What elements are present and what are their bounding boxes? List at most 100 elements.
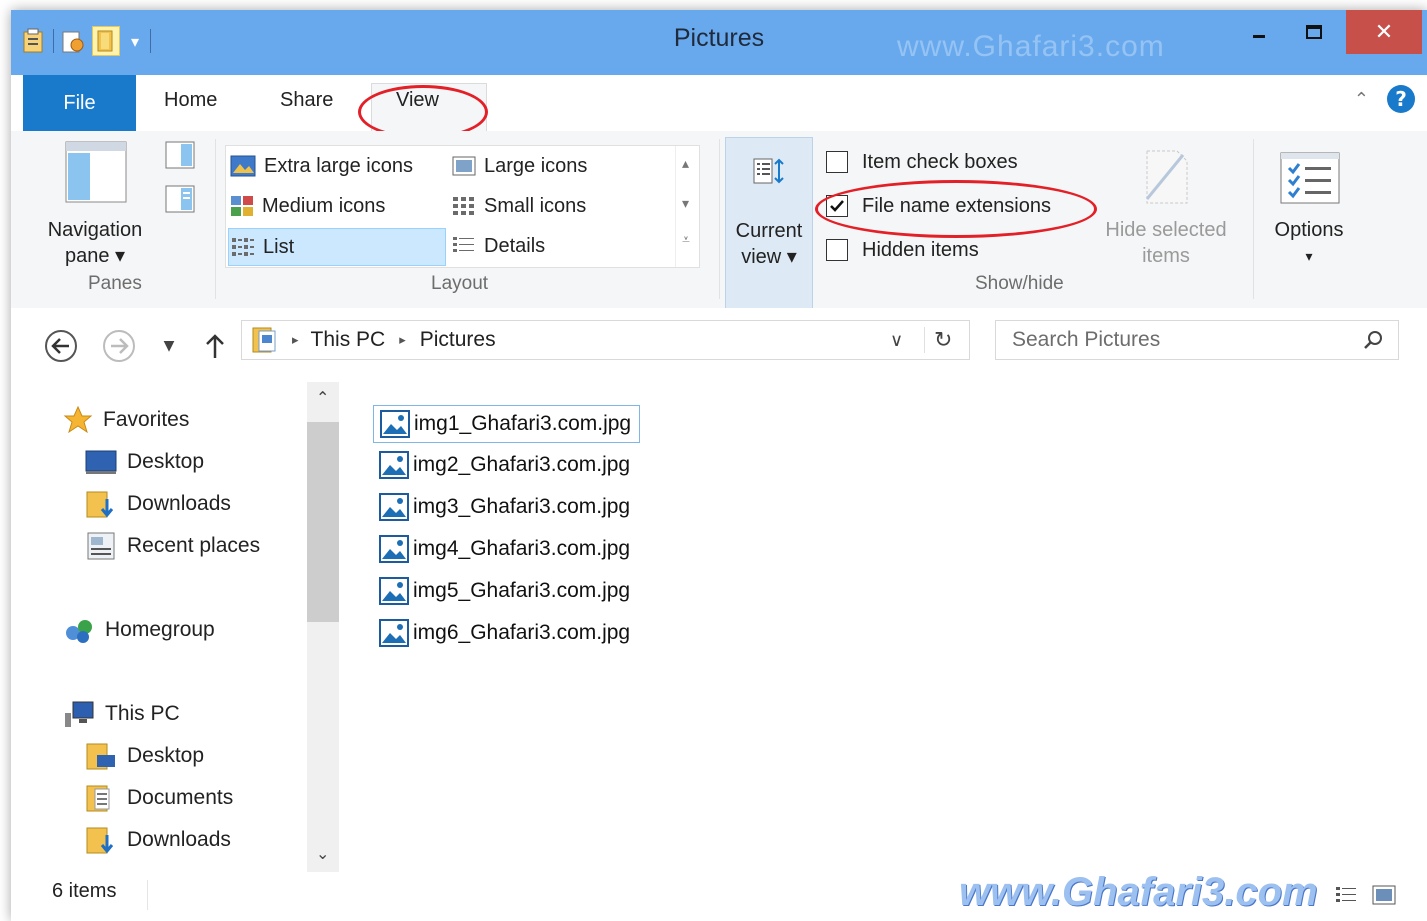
address-row: ▼ ▸ This PC ▸ Pictures ∨ ↻ Search Pictur…: [11, 308, 1427, 380]
image-file-icon: [379, 535, 409, 563]
downloads-folder-icon: [86, 827, 114, 854]
status-separator: [147, 880, 148, 910]
navigation-scrollbar[interactable]: ⌃ ⌄: [307, 382, 339, 872]
hidden-items-option[interactable]: Hidden items: [826, 231, 979, 269]
nav-homegroup[interactable]: Homegroup: [63, 612, 215, 648]
search-icon[interactable]: [1362, 329, 1384, 351]
current-view-label: Current: [735, 220, 803, 242]
file-list: img1_Ghafari3.com.jpg img2_Ghafari3.com.…: [341, 382, 1427, 872]
title-watermark: www.Ghafari3.com: [897, 30, 1165, 63]
options-icon[interactable]: [1279, 151, 1341, 209]
address-bar[interactable]: ▸ This PC ▸ Pictures ∨ ↻: [241, 320, 970, 360]
nav-pc-documents[interactable]: Documents: [85, 780, 233, 816]
navigation-pane-icon[interactable]: [65, 141, 127, 207]
gallery-down-icon[interactable]: ▾: [682, 196, 689, 212]
file-name-extensions-checkbox[interactable]: [826, 195, 848, 217]
pictures-folder-icon: [252, 327, 276, 353]
tab-file[interactable]: File: [23, 75, 136, 131]
layout-extra-large-icons[interactable]: Extra large icons: [230, 148, 413, 184]
search-input[interactable]: Search Pictures: [995, 320, 1399, 360]
options-button[interactable]: Options ▾: [1259, 217, 1359, 269]
documents-folder-icon: [86, 785, 110, 812]
nav-pc-downloads[interactable]: Downloads: [85, 822, 231, 858]
layout-list[interactable]: List: [228, 228, 446, 266]
details-pane-icon[interactable]: [165, 185, 195, 217]
file-name: img5_Ghafari3.com.jpg: [413, 579, 631, 602]
nav-label: Recent places: [127, 534, 261, 557]
large-icons-icon: [452, 156, 476, 176]
file-item[interactable]: img2_Ghafari3.com.jpg: [373, 447, 638, 483]
file-item[interactable]: img3_Ghafari3.com.jpg: [373, 489, 638, 525]
layout-item-label: Large icons: [484, 154, 588, 177]
file-item[interactable]: img1_Ghafari3.com.jpg: [373, 405, 641, 443]
large-icons-view-icon[interactable]: [1371, 882, 1397, 908]
tab-view[interactable]: View: [396, 89, 439, 112]
scroll-up-icon[interactable]: ⌃: [316, 388, 329, 407]
hide-selected-label: Hide selected: [1105, 219, 1227, 241]
breadcrumb-separator-icon[interactable]: ▸: [292, 332, 299, 348]
nav-pc-desktop[interactable]: Desktop: [85, 738, 204, 774]
hide-selected-items-button[interactable]: Hide selected items: [1091, 217, 1241, 269]
forward-button[interactable]: [101, 328, 137, 364]
navigation-pane-label-2: pane ▾: [64, 245, 126, 267]
gallery-expand-icon[interactable]: ⩡: [682, 232, 690, 248]
file-item[interactable]: img5_Ghafari3.com.jpg: [373, 573, 638, 609]
collapse-ribbon-icon[interactable]: ⌃: [1354, 89, 1369, 110]
address-dropdown-icon[interactable]: ∨: [890, 330, 903, 351]
nav-favorites-downloads[interactable]: Downloads: [85, 486, 231, 522]
layout-item-label: List: [263, 235, 295, 258]
nav-label: Desktop: [127, 450, 205, 473]
tab-share[interactable]: Share: [280, 89, 333, 112]
item-count: 6 items: [52, 880, 117, 902]
layout-small-icons[interactable]: Small icons: [452, 188, 586, 224]
recent-places-icon: [87, 532, 115, 560]
item-check-boxes-checkbox[interactable]: [826, 151, 848, 173]
file-item[interactable]: img6_Ghafari3.com.jpg: [373, 615, 638, 651]
nav-label: This PC: [105, 702, 180, 725]
item-check-boxes-option[interactable]: Item check boxes: [826, 143, 1018, 181]
address-separator: [924, 327, 925, 353]
minimize-button[interactable]: [1236, 10, 1282, 54]
ribbon-view: Navigation pane ▾ Panes Extra large icon…: [11, 131, 1427, 309]
breadcrumb-separator-icon[interactable]: ▸: [399, 332, 406, 348]
layout-item-label: Small icons: [484, 194, 587, 217]
preview-pane-icon[interactable]: [165, 141, 195, 173]
nav-favorites-recent-places[interactable]: Recent places: [85, 528, 260, 564]
breadcrumb-this-pc[interactable]: This PC: [311, 328, 386, 352]
nav-favorites-desktop[interactable]: Desktop: [85, 444, 204, 480]
nav-favorites[interactable]: Favorites: [63, 402, 189, 438]
layout-gallery-scroller[interactable]: ▴ ▾ ⩡: [675, 146, 700, 267]
current-view-label-2: view ▾: [741, 246, 797, 268]
nav-this-pc[interactable]: This PC: [63, 696, 180, 732]
file-name-extensions-option[interactable]: File name extensions: [826, 187, 1051, 225]
file-item[interactable]: img4_Ghafari3.com.jpg: [373, 531, 638, 567]
desktop-icon: [85, 450, 117, 474]
layout-details[interactable]: Details: [452, 228, 545, 264]
breadcrumb-pictures[interactable]: Pictures: [420, 328, 496, 352]
refresh-icon[interactable]: ↻: [934, 327, 952, 353]
navigation-pane-button[interactable]: Navigation pane ▾: [35, 217, 155, 269]
maximize-button[interactable]: [1282, 10, 1346, 54]
recent-locations-icon[interactable]: ▼: [151, 328, 187, 364]
layout-medium-icons[interactable]: Medium icons: [230, 188, 385, 224]
layout-item-label: Details: [484, 234, 546, 257]
up-button[interactable]: [197, 328, 233, 364]
close-button[interactable]: ✕: [1346, 10, 1422, 54]
tab-home[interactable]: Home: [164, 89, 217, 112]
image-file-icon: [379, 451, 409, 479]
scroll-down-icon[interactable]: ⌄: [316, 844, 329, 863]
hide-selected-label-2: items: [1142, 245, 1190, 267]
search-placeholder: Search Pictures: [1012, 328, 1161, 351]
gallery-up-icon[interactable]: ▴: [682, 156, 689, 172]
help-icon[interactable]: ?: [1387, 85, 1415, 113]
back-button[interactable]: [43, 328, 79, 364]
layout-group-label: Layout: [431, 273, 489, 294]
current-view-label-wrap: Current view ▾: [726, 218, 812, 270]
details-view-icon[interactable]: [1333, 882, 1359, 908]
window-title: Pictures: [673, 24, 765, 52]
file-name: img6_Ghafari3.com.jpg: [413, 621, 631, 644]
hidden-items-checkbox[interactable]: [826, 239, 848, 261]
current-view-button[interactable]: Current view ▾: [725, 137, 813, 309]
scrollbar-thumb[interactable]: [307, 422, 339, 622]
layout-large-icons[interactable]: Large icons: [452, 148, 587, 184]
